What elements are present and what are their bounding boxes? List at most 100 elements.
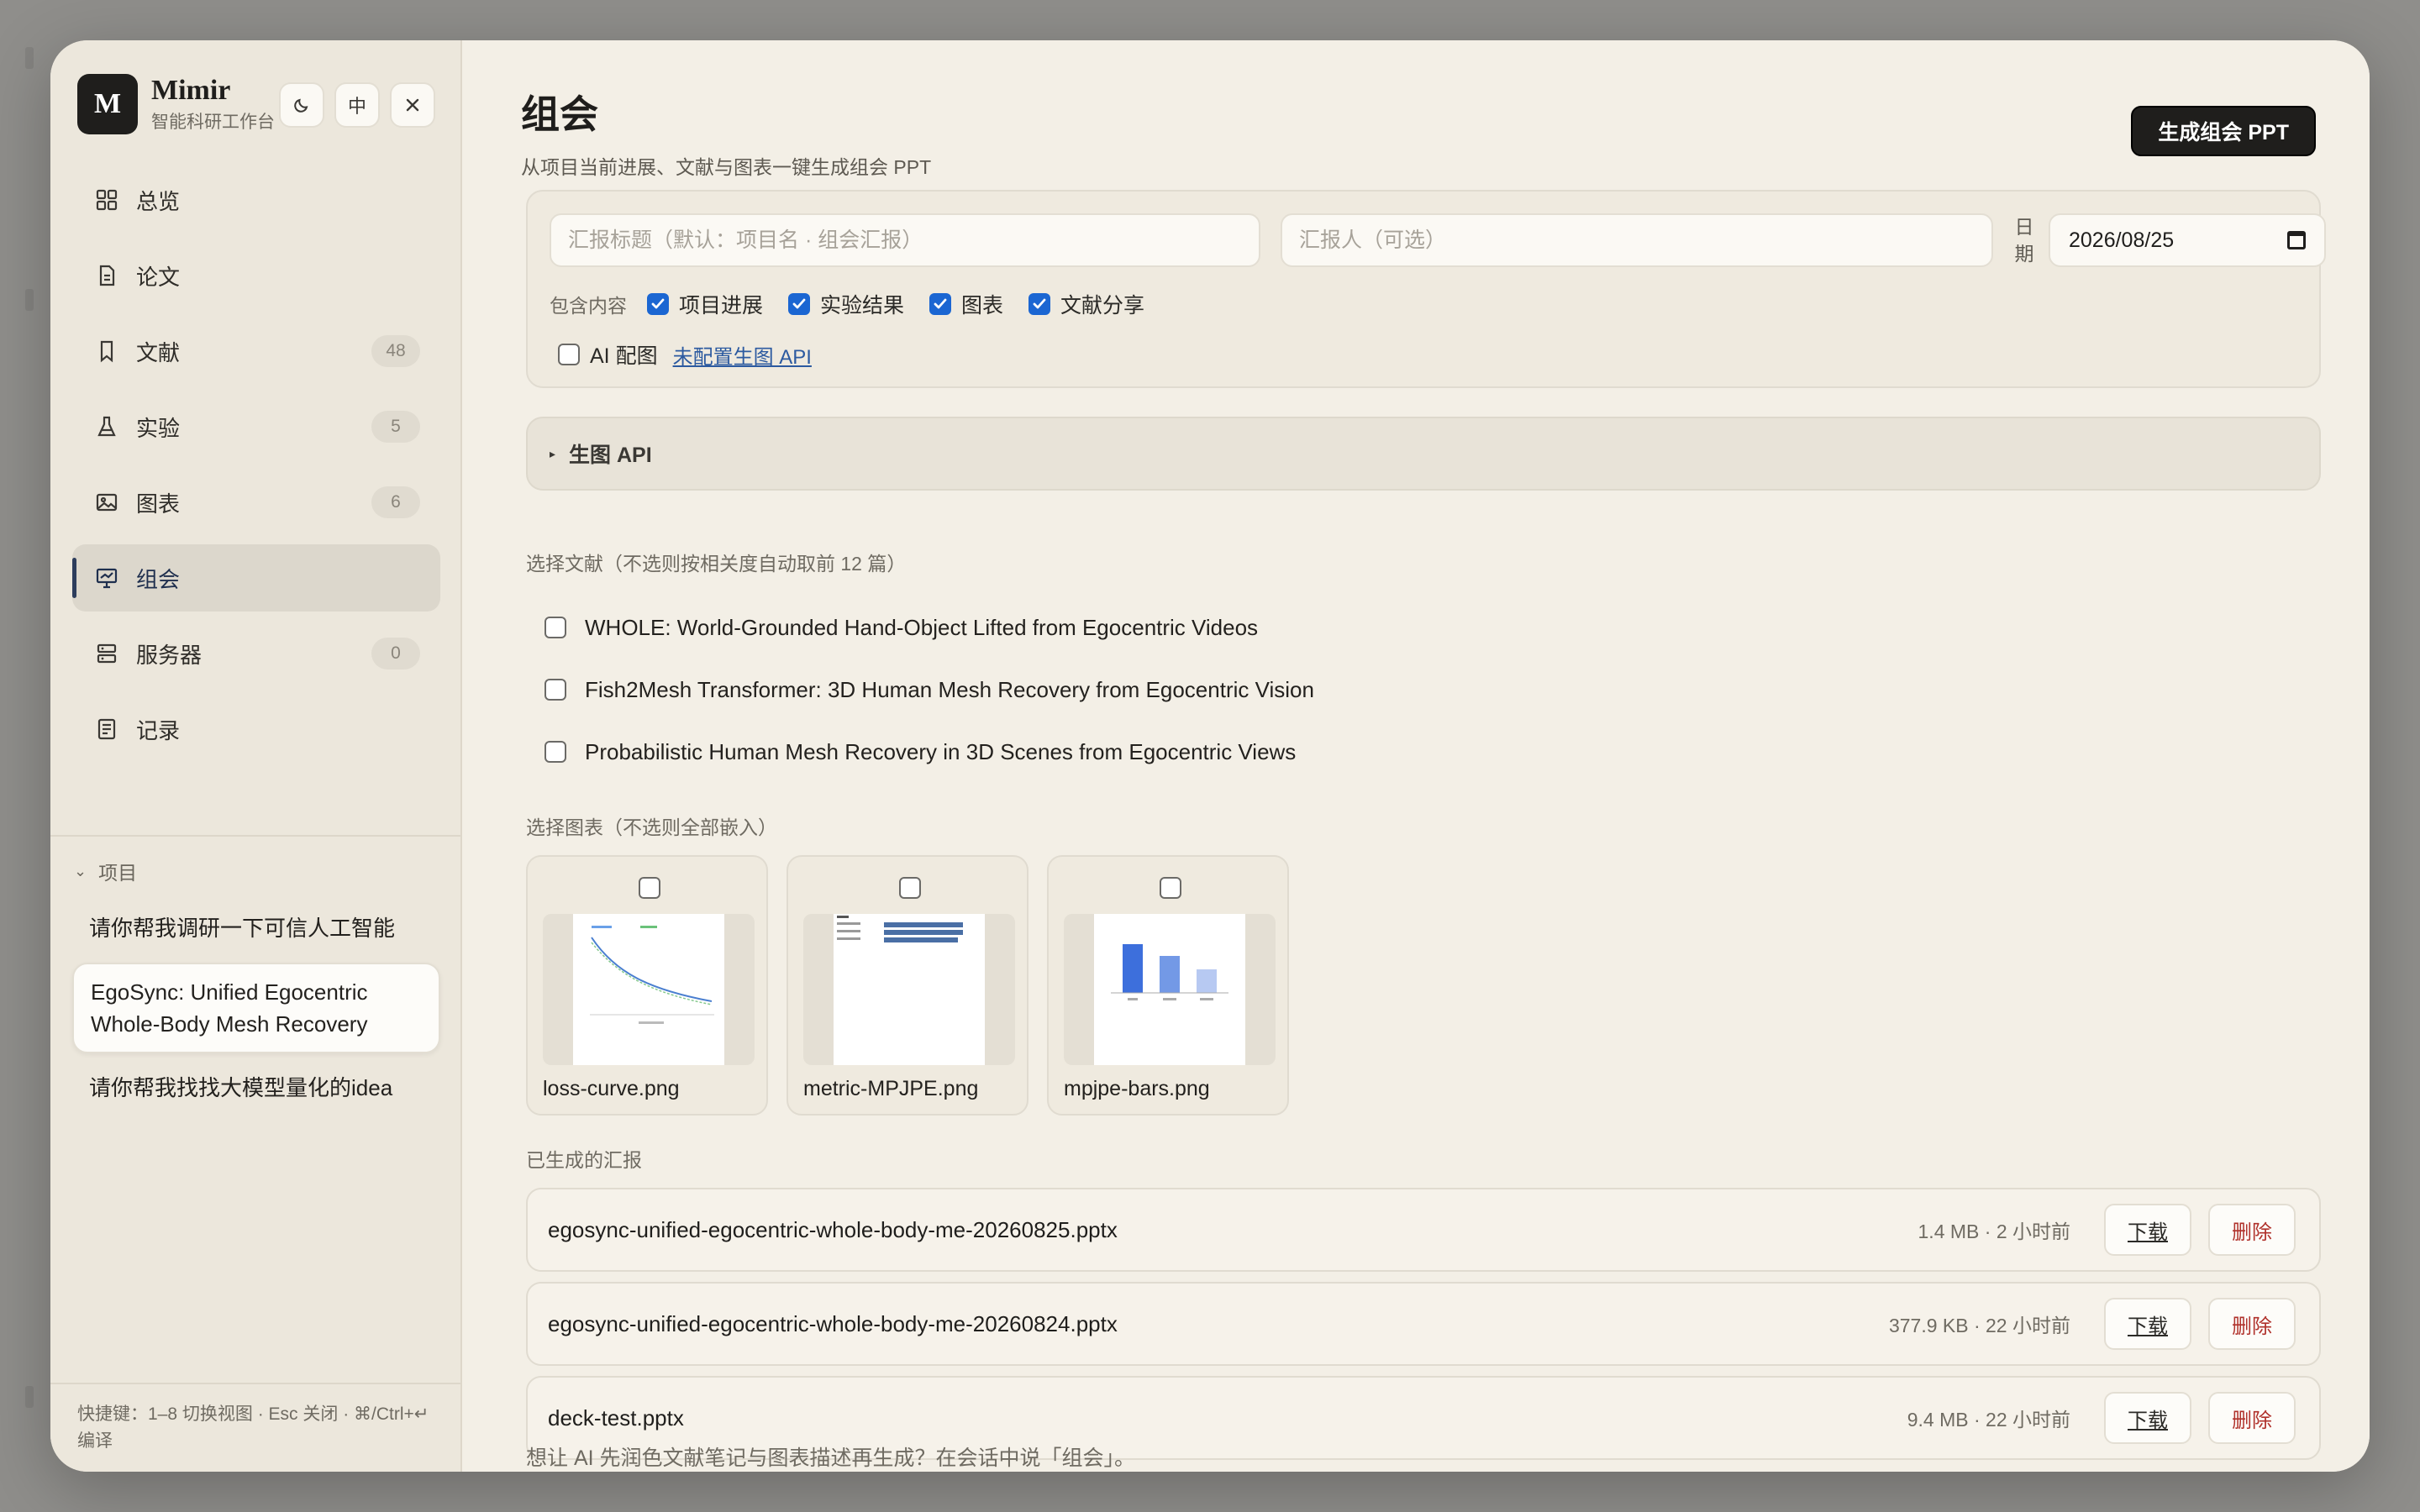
nav-label: 图表: [136, 491, 181, 517]
check-icon: [934, 298, 947, 309]
project-item-active[interactable]: EgoSync: Unified Egocentric Whole-Body M…: [72, 963, 440, 1053]
grid-icon: [94, 187, 119, 213]
calendar-icon[interactable]: [2287, 231, 2306, 249]
generate-ppt-button[interactable]: 生成组会 PPT: [2131, 106, 2316, 156]
checkbox-checked[interactable]: [647, 293, 669, 315]
literature-section-label: 选择文献（不选则按相关度自动取前 12 篇）: [526, 553, 907, 575]
project-item[interactable]: 请你帮我调研一下可信人工智能: [72, 900, 440, 956]
presenter-input[interactable]: [1281, 213, 1993, 267]
bottom-hint: 想让 AI 先润色文献笔记与图表描述再生成？在会话中说「组会」。: [526, 1446, 1136, 1470]
close-button[interactable]: [390, 82, 435, 128]
literature-item[interactable]: Probabilistic Human Mesh Recovery in 3D …: [544, 721, 1314, 783]
document-icon: [94, 263, 119, 288]
chevron-down-icon: ⌄: [74, 862, 87, 879]
report-filename: egosync-unified-egocentric-whole-body-me…: [548, 1216, 1118, 1242]
nav-item-papers[interactable]: 论文: [72, 242, 440, 309]
bar-chart-preview: [1111, 944, 1228, 1000]
download-button[interactable]: 下载: [2104, 1204, 2191, 1256]
check-icon: [792, 298, 806, 309]
figure-filename: mpjpe-bars.png: [1064, 1077, 1210, 1100]
date-label: 日期: [2014, 216, 2034, 265]
report-filename: egosync-unified-egocentric-whole-body-me…: [548, 1310, 1118, 1336]
dark-mode-toggle[interactable]: [279, 82, 324, 128]
delete-button[interactable]: 删除: [2208, 1392, 2296, 1444]
count-badge: 0: [371, 638, 420, 669]
projects-header-label: 项目: [98, 862, 138, 884]
checkbox-checked[interactable]: [929, 293, 952, 315]
bookmark-icon: [94, 339, 119, 364]
loss-curve-preview: [590, 926, 714, 1024]
checkbox-unchecked[interactable]: [544, 679, 566, 701]
delete-button[interactable]: 删除: [2208, 1204, 2296, 1256]
metric-table-preview: [837, 916, 963, 942]
figure-card[interactable]: metric-MPJPE.png: [786, 855, 1028, 1116]
report-filename: deck-test.pptx: [548, 1404, 684, 1431]
include-results-checkbox[interactable]: 实验结果: [788, 289, 904, 319]
checkbox-unchecked[interactable]: [639, 877, 660, 899]
nav-item-group-meeting[interactable]: 组会: [72, 544, 440, 612]
checkbox-unchecked[interactable]: [558, 344, 580, 365]
report-meta: 1.4 MB · 2 小时前: [1918, 1221, 2070, 1242]
projects-toggle[interactable]: ⌄ 项目: [74, 857, 137, 885]
shortcut-hint: 快捷键：1–8 切换视图 · Esc 关闭 · ⌘/Ctrl+↵ 编译: [77, 1404, 429, 1451]
nav-label: 论文: [136, 264, 181, 290]
figures-section-label: 选择图表（不选则全部嵌入）: [526, 816, 777, 838]
configure-api-link[interactable]: 未配置生图 API: [673, 340, 812, 370]
include-figures-checkbox[interactable]: 图表: [929, 289, 1003, 319]
checkbox-checked[interactable]: [1028, 293, 1051, 315]
nav-item-notes[interactable]: 记录: [72, 696, 440, 763]
literature-title: Probabilistic Human Mesh Recovery in 3D …: [585, 738, 1297, 764]
server-icon: [94, 641, 119, 666]
reports-section-label: 已生成的汇报: [526, 1149, 642, 1171]
checkbox-unchecked[interactable]: [544, 617, 566, 638]
nav-label: 组会: [136, 566, 181, 592]
include-literature-checkbox[interactable]: 文献分享: [1028, 289, 1144, 319]
ai-figure-row: AI 配图 未配置生图 API: [558, 339, 812, 370]
nav-item-figures[interactable]: 图表 6: [72, 469, 440, 536]
nav-label: 文献: [136, 339, 181, 365]
app-subtitle: 智能科研工作台: [151, 113, 275, 132]
app-logo: M: [77, 74, 138, 134]
checkbox-unchecked[interactable]: [544, 741, 566, 763]
ai-figure-checkbox[interactable]: AI 配图: [558, 339, 658, 370]
checkbox-checked[interactable]: [788, 293, 811, 315]
language-toggle[interactable]: 中: [334, 82, 380, 128]
report-form: 日期 2026/08/25 包含内容 项目进展 实验结果 图表: [526, 190, 2326, 388]
nav-item-servers[interactable]: 服务器 0: [72, 620, 440, 687]
literature-item[interactable]: Fish2Mesh Transformer: 3D Human Mesh Rec…: [544, 659, 1314, 721]
app-name: Mimir: [151, 75, 231, 106]
count-badge: 48: [371, 335, 420, 367]
nav-item-experiments[interactable]: 实验 5: [72, 393, 440, 460]
report-title-input[interactable]: [550, 213, 1260, 267]
project-item[interactable]: 请你帮我找找大模型量化的idea: [72, 1060, 440, 1116]
divider: [50, 835, 460, 837]
include-label: 包含内容: [550, 295, 627, 317]
checkbox-label: 实验结果: [820, 294, 905, 318]
delete-button[interactable]: 删除: [2208, 1298, 2296, 1350]
flask-icon: [94, 414, 119, 439]
download-button[interactable]: 下载: [2104, 1392, 2191, 1444]
checkbox-unchecked[interactable]: [899, 877, 921, 899]
brand: M Mimir 智能科研工作台: [77, 74, 275, 134]
nav-item-overview[interactable]: 总览: [72, 166, 440, 234]
check-icon: [651, 298, 665, 309]
nav-item-literature[interactable]: 文献 48: [72, 318, 440, 385]
check-icon: [1033, 298, 1046, 309]
figure-thumbnail: [803, 914, 1015, 1065]
report-row: egosync-unified-egocentric-whole-body-me…: [526, 1188, 2321, 1272]
checkbox-label: AI 配图: [590, 344, 658, 368]
download-button[interactable]: 下载: [2104, 1298, 2191, 1350]
figure-grid: loss-curve.png metric-MPJPE.png mpjpe-ba…: [526, 855, 1289, 1116]
image-api-panel[interactable]: ▸ 生图 API: [526, 417, 2321, 491]
report-meta: 377.9 KB · 22 小时前: [1888, 1315, 2070, 1336]
include-progress-checkbox[interactable]: 项目进展: [647, 289, 763, 319]
checkbox-unchecked[interactable]: [1160, 877, 1181, 899]
literature-item[interactable]: WHOLE: World-Grounded Hand-Object Lifted…: [544, 596, 1314, 659]
presentation-icon: [94, 565, 119, 591]
date-input[interactable]: 2026/08/25: [2049, 213, 2326, 267]
figure-card[interactable]: mpjpe-bars.png: [1047, 855, 1289, 1116]
page-header: 组会 从项目当前进展、文献与图表一键生成组会 PPT: [521, 84, 931, 180]
notes-icon: [94, 717, 119, 742]
figure-filename: loss-curve.png: [543, 1077, 680, 1100]
figure-card[interactable]: loss-curve.png: [526, 855, 768, 1116]
